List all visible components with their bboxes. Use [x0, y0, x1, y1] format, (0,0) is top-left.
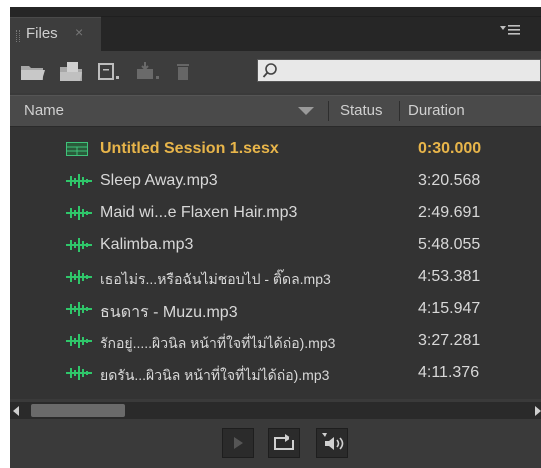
file-duration: 4:11.376 — [418, 364, 480, 381]
file-name: Untitled Session 1.sesx — [100, 140, 279, 157]
list-item[interactable]: Sleep Away.mp3 3:20.568 — [10, 165, 541, 197]
import-file-icon[interactable] — [58, 61, 86, 83]
delete-icon[interactable] — [172, 61, 200, 83]
horizontal-scrollbar[interactable] — [10, 402, 541, 419]
column-divider[interactable] — [328, 101, 329, 121]
file-name: ยดรัน...ผิวนิล หน้าที่ใจที่ไม่ได้ถ่อ).mp… — [100, 367, 330, 383]
file-name: ธนดาร - Muzu.mp3 — [100, 304, 238, 321]
file-name: เธอไม่ร...หรือฉันไม่ชอบไป - ติ๊ดล.mp3 — [100, 271, 331, 287]
file-name: Sleep Away.mp3 — [100, 172, 218, 189]
file-duration: 0:30.000 — [418, 140, 482, 157]
file-duration: 3:27.281 — [418, 332, 481, 349]
waveform-icon — [66, 174, 92, 188]
search-input[interactable] — [282, 61, 536, 82]
toolbar — [10, 51, 541, 93]
insert-into-multitrack-icon[interactable] — [134, 61, 162, 83]
autoplay-button[interactable] — [316, 428, 348, 458]
file-name: Kalimba.mp3 — [100, 236, 194, 253]
play-icon — [234, 437, 243, 449]
panel-tab-bar: Files × — [10, 7, 541, 52]
close-icon[interactable]: × — [75, 24, 83, 40]
tab-divider — [101, 16, 541, 17]
files-tab[interactable]: Files × — [10, 17, 101, 52]
waveform-icon — [66, 238, 92, 252]
file-name: รักอยู่.....ผิวนิล หน้าที่ใจที่ไม่ได้ถ่อ… — [100, 335, 336, 351]
grip-icon[interactable] — [16, 30, 20, 42]
tab-label: Files — [26, 25, 58, 42]
file-list: Untitled Session 1.sesx 0:30.000 Sleep A… — [10, 127, 541, 399]
column-divider[interactable] — [399, 101, 400, 121]
file-duration: 4:15.947 — [418, 300, 481, 317]
list-item[interactable]: ยดรัน...ผิวนิล หน้าที่ใจที่ไม่ได้ถ่อ).mp… — [10, 357, 541, 389]
list-item[interactable]: ธนดาร - Muzu.mp3 4:15.947 — [10, 293, 541, 325]
list-item[interactable]: เธอไม่ร...หรือฉันไม่ชอบไป - ติ๊ดล.mp3 4:… — [10, 261, 541, 293]
list-item[interactable]: Kalimba.mp3 5:48.055 — [10, 229, 541, 261]
open-folder-icon[interactable] — [20, 61, 48, 83]
sort-descending-icon[interactable] — [298, 107, 314, 115]
waveform-icon — [66, 366, 92, 380]
waveform-icon — [66, 206, 92, 220]
file-duration: 2:49.691 — [418, 204, 481, 221]
file-duration: 3:20.568 — [418, 172, 481, 189]
scroll-right-icon[interactable] — [535, 406, 541, 416]
waveform-icon — [66, 334, 92, 348]
speaker-icon — [322, 433, 344, 450]
list-item[interactable]: Maid wi...e Flaxen Hair.mp3 2:49.691 — [10, 197, 541, 229]
file-duration: 4:53.381 — [418, 268, 481, 285]
search-field[interactable] — [257, 59, 541, 82]
panel-menu-icon[interactable] — [500, 23, 522, 37]
file-name: Maid wi...e Flaxen Hair.mp3 — [100, 204, 298, 221]
scrollbar-thumb[interactable] — [31, 404, 125, 417]
column-duration[interactable]: Duration — [408, 102, 465, 119]
scroll-left-icon[interactable] — [13, 406, 19, 416]
files-panel: Files × Name Status Duration Untitled Se… — [10, 7, 541, 468]
loop-button[interactable] — [268, 428, 300, 458]
waveform-icon — [66, 270, 92, 284]
new-file-icon[interactable] — [96, 61, 124, 83]
column-status[interactable]: Status — [340, 102, 383, 119]
waveform-icon — [66, 302, 92, 316]
loop-icon — [274, 434, 295, 450]
column-header: Name Status Duration — [10, 95, 541, 127]
list-item[interactable]: Untitled Session 1.sesx 0:30.000 — [10, 133, 541, 165]
search-icon — [262, 62, 278, 85]
file-duration: 5:48.055 — [418, 236, 481, 253]
play-button[interactable] — [222, 428, 254, 458]
playback-controls — [10, 419, 541, 468]
column-name[interactable]: Name — [24, 102, 64, 119]
session-icon — [66, 142, 88, 156]
list-item[interactable]: รักอยู่.....ผิวนิล หน้าที่ใจที่ไม่ได้ถ่อ… — [10, 325, 541, 357]
